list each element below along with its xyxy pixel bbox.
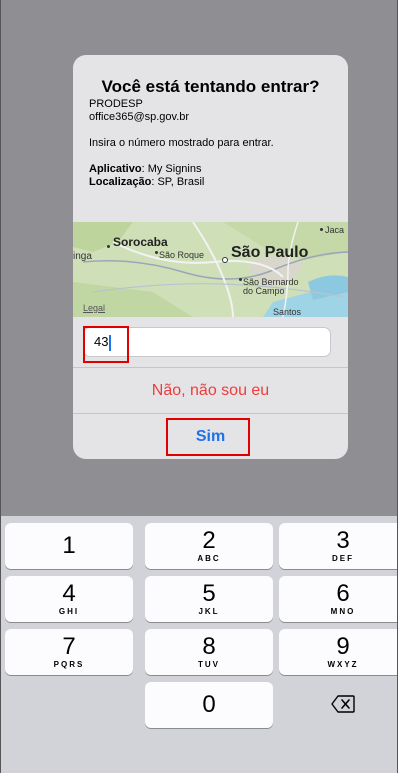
key-6[interactable]: 6 MNO bbox=[279, 576, 398, 622]
key-digit: 5 bbox=[202, 580, 216, 607]
key-1[interactable]: 1 bbox=[5, 523, 133, 569]
instruction-text: Insira o número mostrado para entrar. bbox=[89, 137, 274, 149]
backspace-icon bbox=[331, 695, 355, 713]
deny-button[interactable]: Não, não sou eu bbox=[73, 368, 348, 413]
location-map: Sorocaba São Roque São Paulo inga Jaca S… bbox=[73, 222, 348, 317]
key-digit: 3 bbox=[336, 527, 350, 554]
key-9[interactable]: 9 WXYZ bbox=[279, 629, 398, 675]
application-info: Aplicativo: My Signins bbox=[89, 163, 339, 176]
organization-name: PRODESP bbox=[89, 98, 143, 110]
key-2[interactable]: 2 ABC bbox=[145, 523, 273, 569]
key-digit: 8 bbox=[202, 633, 216, 660]
key-digit: 1 bbox=[62, 532, 76, 559]
key-letters: DEF bbox=[332, 554, 354, 563]
key-letters: GHI bbox=[58, 607, 80, 616]
sao-roque-marker bbox=[155, 251, 158, 254]
jaca-marker bbox=[320, 228, 323, 231]
key-letters: ABC bbox=[197, 554, 221, 563]
key-4[interactable]: 4 GHI bbox=[5, 576, 133, 622]
location-value: : SP, Brasil bbox=[151, 176, 205, 188]
dialog-body: PRODESP office365@sp.gov.br Insira o núm… bbox=[89, 98, 339, 189]
key-letters: PQRS bbox=[53, 660, 85, 669]
account-email: office365@sp.gov.br bbox=[89, 111, 190, 123]
approve-button[interactable]: Sim bbox=[73, 414, 348, 459]
dialog-title: Você está tentando entrar? bbox=[101, 77, 320, 96]
sorocaba-marker bbox=[107, 245, 110, 248]
key-8[interactable]: 8 TUV bbox=[145, 629, 273, 675]
key-digit: 4 bbox=[62, 580, 76, 607]
map-legal-link[interactable]: Legal bbox=[83, 303, 105, 313]
number-input[interactable]: 43 bbox=[83, 327, 331, 357]
key-digit: 6 bbox=[336, 580, 350, 607]
numeric-keypad: 1 2 ABC 3 DEF 4 GHI 5 JKL 6 MNO 7 PQRS 8… bbox=[0, 516, 398, 773]
map-label-santos: Santos bbox=[273, 307, 302, 317]
key-7[interactable]: 7 PQRS bbox=[5, 629, 133, 675]
number-input-value: 43 bbox=[94, 334, 109, 349]
key-digit: 9 bbox=[336, 633, 350, 660]
sao-bernardo-marker bbox=[239, 278, 242, 281]
map-label-jaca: Jaca bbox=[325, 225, 345, 235]
delete-key[interactable] bbox=[279, 682, 398, 728]
key-digit: 0 bbox=[202, 691, 216, 718]
map-label-inga: inga bbox=[73, 251, 92, 262]
map-label-sao-roque: São Roque bbox=[159, 250, 205, 260]
key-digit: 2 bbox=[202, 527, 216, 554]
key-letters: WXYZ bbox=[327, 660, 359, 669]
key-letters: JKL bbox=[198, 607, 220, 616]
key-letters: MNO bbox=[330, 607, 356, 616]
key-3[interactable]: 3 DEF bbox=[279, 523, 398, 569]
key-5[interactable]: 5 JKL bbox=[145, 576, 273, 622]
text-caret bbox=[109, 334, 112, 351]
map-label-sao-paulo: São Paulo bbox=[231, 244, 309, 261]
map-label-sorocaba: Sorocaba bbox=[113, 235, 168, 249]
location-info: Localização: SP, Brasil bbox=[89, 176, 339, 189]
application-label: Aplicativo bbox=[89, 163, 142, 175]
key-0[interactable]: 0 bbox=[145, 682, 273, 728]
map-label-do-campo: do Campo bbox=[243, 286, 285, 296]
location-label: Localização bbox=[89, 176, 152, 188]
key-letters: TUV bbox=[198, 660, 220, 669]
key-digit: 7 bbox=[62, 633, 76, 660]
sao-paulo-marker bbox=[222, 257, 228, 263]
application-value: : My Signins bbox=[141, 163, 202, 175]
sign-in-approval-dialog: Você está tentando entrar? PRODESP offic… bbox=[73, 55, 348, 459]
